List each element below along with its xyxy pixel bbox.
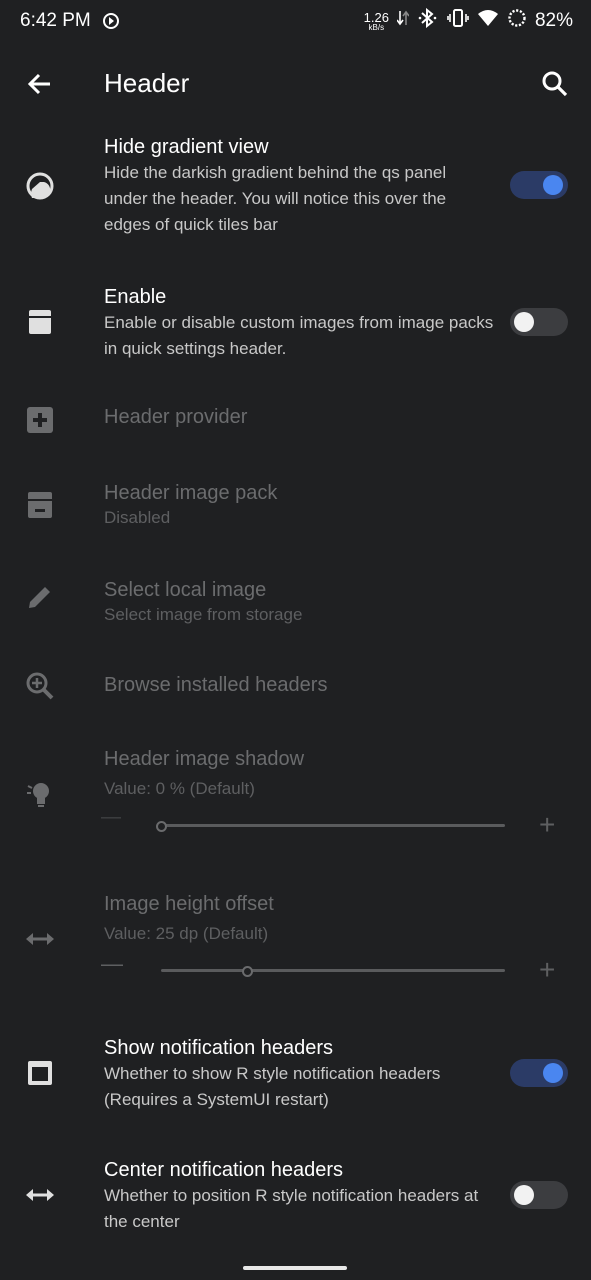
- notification-header-icon: [24, 1057, 56, 1089]
- battery-circle-icon: [507, 8, 527, 34]
- pref-title: Hide gradient view: [104, 136, 269, 158]
- slider-increase-button[interactable]: +: [539, 809, 555, 841]
- panel-icon: [24, 306, 56, 338]
- pref-select-local-image[interactable]: Select local image Select image from sto…: [0, 577, 591, 631]
- center-notification-headers-toggle[interactable]: [510, 1181, 568, 1209]
- slider-thumb[interactable]: [156, 821, 167, 832]
- pref-header-image-shadow[interactable]: Header image shadow Value: 0 % (Default)…: [0, 746, 591, 846]
- gesture-nav-bar[interactable]: [243, 1266, 347, 1270]
- show-notification-headers-toggle[interactable]: [510, 1059, 568, 1087]
- status-bar: 6:42 PM 1.26 kB/s 82%: [0, 0, 591, 44]
- gradient-icon: [24, 170, 56, 202]
- enable-toggle[interactable]: [510, 308, 568, 336]
- pref-summary: Enable or disable custom images from ima…: [104, 313, 494, 358]
- arrow-back-icon[interactable]: [24, 68, 56, 100]
- net-speed-value: 1.26: [363, 9, 389, 25]
- status-time: 6:42 PM: [20, 10, 91, 31]
- pref-summary: Hide the darkish gradient behind the qs …: [104, 163, 447, 234]
- battery-percent: 82%: [534, 10, 573, 31]
- bluetooth-icon: [417, 7, 439, 34]
- toggle-knob: [543, 175, 563, 195]
- slider-thumb[interactable]: [242, 966, 253, 977]
- slider-decrease-button[interactable]: —: [101, 806, 121, 829]
- pref-summary: Value: 25 dp (Default): [104, 924, 269, 943]
- vibrate-icon: [447, 8, 469, 34]
- pref-title: Center notification headers: [104, 1159, 344, 1181]
- page-title: Header: [104, 68, 190, 98]
- slider-track[interactable]: [161, 824, 505, 827]
- pref-summary: Select image from storage: [104, 605, 303, 624]
- pref-summary: Whether to show R style notification hea…: [104, 1064, 441, 1109]
- pref-show-notification-headers[interactable]: Show notification headers Whether to sho…: [0, 1035, 591, 1115]
- pref-summary: Whether to position R style notification…: [104, 1186, 479, 1231]
- pref-title: Image height offset: [104, 893, 274, 915]
- add-box-icon: [24, 404, 56, 436]
- center-horizontal-icon: [24, 1179, 56, 1211]
- pref-center-notification-headers[interactable]: Center notification headers Whether to p…: [0, 1157, 591, 1237]
- pref-title: Show notification headers: [104, 1037, 334, 1059]
- network-speed: 1.26 kB/s: [364, 11, 389, 32]
- data-arrows-icon: [396, 9, 410, 33]
- toggle-knob: [514, 312, 534, 332]
- net-speed-unit: kB/s: [368, 22, 385, 32]
- app-bar: Header: [0, 44, 591, 124]
- pref-enable[interactable]: Enable Enable or disable custom images f…: [0, 284, 591, 364]
- pref-browse-installed-headers[interactable]: Browse installed headers: [0, 666, 591, 710]
- toggle-knob: [514, 1185, 534, 1205]
- slider-decrease-button[interactable]: —: [101, 951, 123, 977]
- pref-title: Select local image: [104, 579, 267, 601]
- pref-summary: Value: 0 % (Default): [104, 779, 255, 798]
- pref-title: Header image shadow: [104, 748, 305, 770]
- hide-gradient-toggle[interactable]: [510, 171, 568, 199]
- toggle-knob: [543, 1063, 563, 1083]
- resize-horizontal-icon: [24, 923, 56, 955]
- pref-hide-gradient-view[interactable]: Hide gradient view Hide the darkish grad…: [0, 134, 591, 244]
- pref-title: Header image pack: [104, 482, 278, 504]
- wifi-icon: [477, 9, 499, 33]
- pref-summary: Disabled: [104, 508, 171, 527]
- pref-header-image-pack[interactable]: Header image pack Disabled: [0, 480, 591, 534]
- image-pack-icon: [24, 489, 56, 521]
- pref-title: Browse installed headers: [104, 674, 328, 696]
- lightbulb-icon: [24, 778, 56, 810]
- search-icon[interactable]: [539, 68, 571, 100]
- slider-track[interactable]: [161, 969, 505, 972]
- pref-header-provider[interactable]: Header provider: [0, 398, 591, 442]
- pref-title: Enable: [104, 286, 167, 308]
- zoom-in-icon: [24, 670, 56, 702]
- status-icons: 1.26 kB/s 82%: [364, 7, 573, 34]
- pref-title: Header provider: [104, 406, 248, 428]
- pencil-icon: [24, 581, 56, 613]
- slider-increase-button[interactable]: +: [539, 954, 555, 986]
- pref-image-height-offset[interactable]: Image height offset Value: 25 dp (Defaul…: [0, 891, 591, 991]
- data-saver-icon: [102, 12, 120, 36]
